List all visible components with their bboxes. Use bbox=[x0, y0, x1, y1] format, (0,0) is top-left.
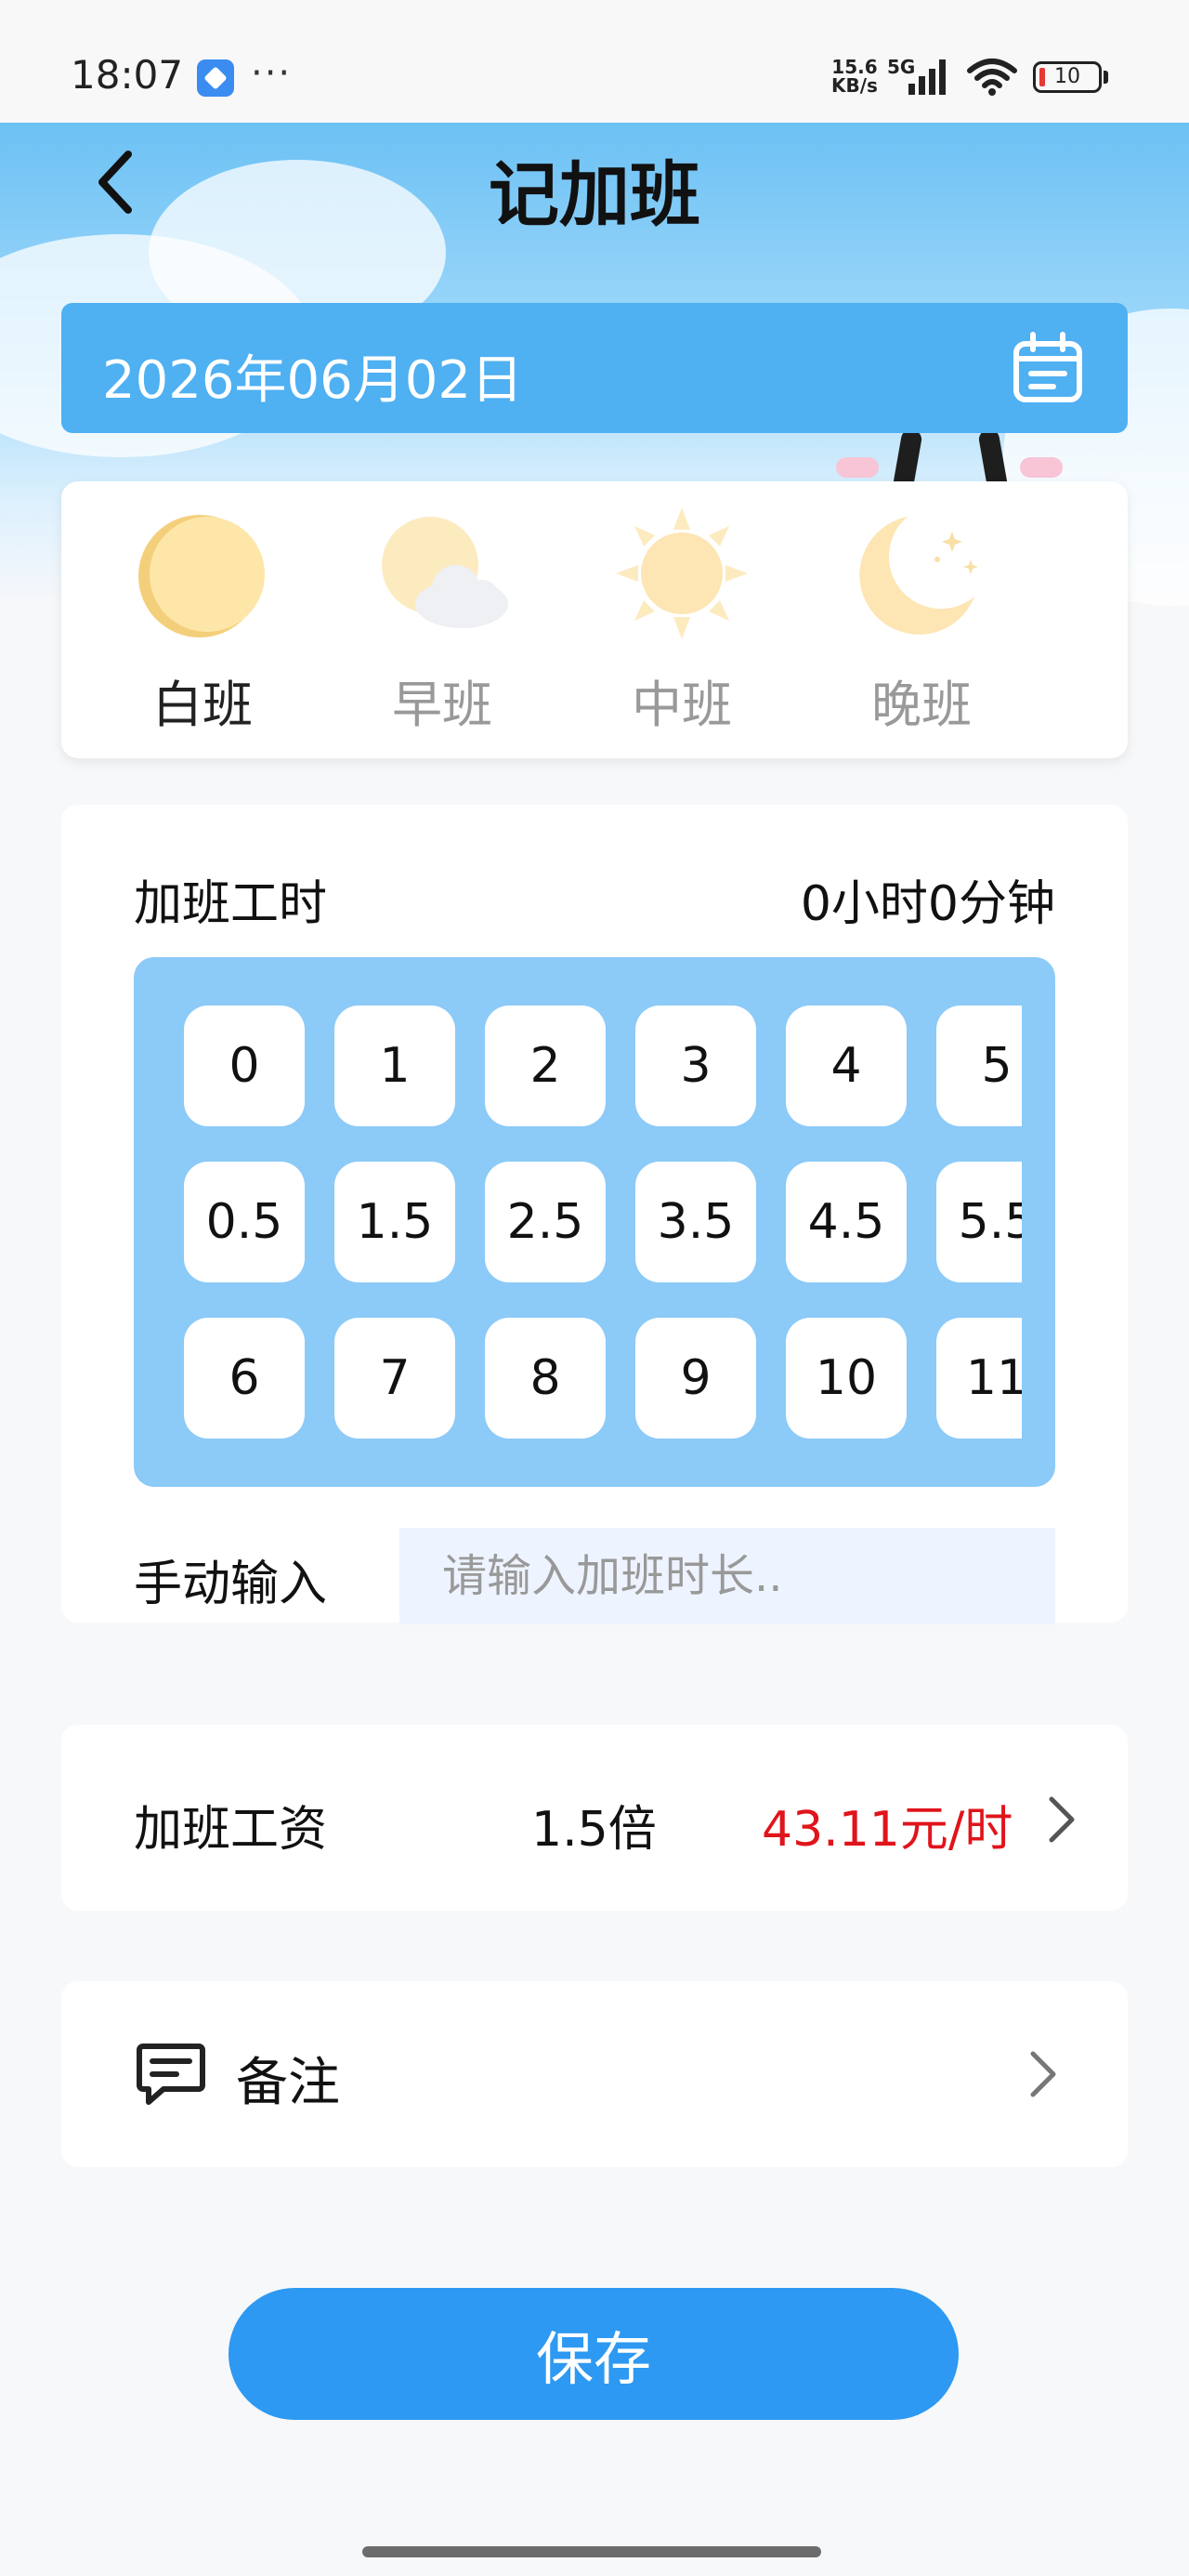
hours-option-button[interactable]: 0.5 bbox=[184, 1162, 305, 1282]
full-moon-icon bbox=[138, 515, 265, 637]
more-notifications-icon: ··· bbox=[251, 52, 293, 95]
page-title: 记加班 bbox=[489, 153, 700, 236]
comment-icon bbox=[137, 2044, 205, 2105]
shift-day[interactable]: 白班 bbox=[110, 504, 295, 745]
hours-option-button[interactable]: 10 bbox=[786, 1318, 907, 1439]
hours-option-button[interactable]: 0 bbox=[184, 1005, 305, 1126]
hours-option-button[interactable]: 1.5 bbox=[334, 1162, 455, 1282]
hours-option-button[interactable]: 7 bbox=[334, 1318, 455, 1439]
network-speed-value: 15.6 bbox=[831, 56, 878, 78]
hours-option-button[interactable]: 9 bbox=[635, 1318, 756, 1439]
sun-icon bbox=[616, 507, 748, 639]
signal-icon bbox=[908, 59, 946, 95]
hours-grid[interactable]: 0 1 2 3 4 5 0.5 1.5 2.5 3.5 4.5 5.5 6 7 8 9 10 11 bbox=[134, 957, 1055, 1487]
note-row[interactable]: 备注 bbox=[61, 1981, 1128, 2167]
shift-label: 晚班 bbox=[871, 676, 972, 734]
shift-label: 白班 bbox=[152, 676, 253, 734]
hours-option-button[interactable]: 3.5 bbox=[635, 1162, 756, 1282]
hours-option-button[interactable]: 5 bbox=[936, 1005, 1022, 1126]
overtime-wage-row[interactable]: 加班工资 1.5倍 43.11元/时 bbox=[61, 1725, 1128, 1911]
note-label: 备注 bbox=[236, 2053, 340, 2113]
battery-icon: 10 bbox=[1033, 61, 1102, 93]
wage-rate: 43.11元/时 bbox=[762, 1802, 1013, 1858]
hours-title: 加班工时 bbox=[134, 876, 328, 932]
shift-label: 早班 bbox=[392, 676, 492, 734]
shift-early[interactable]: 早班 bbox=[349, 504, 535, 745]
calendar-icon[interactable] bbox=[1011, 331, 1085, 405]
hours-option-button[interactable]: 1 bbox=[334, 1005, 455, 1126]
shift-middle[interactable]: 中班 bbox=[589, 504, 775, 745]
hours-grid-viewport: 0 1 2 3 4 5 0.5 1.5 2.5 3.5 4.5 5.5 6 7 8 9 10 11 bbox=[134, 957, 1022, 1487]
save-button[interactable]: 保存 bbox=[229, 2288, 959, 2420]
network-speed-unit: KB/s bbox=[831, 74, 878, 97]
manual-input-label: 手动输入 bbox=[134, 1557, 328, 1612]
manual-hours-input[interactable] bbox=[399, 1528, 1055, 1624]
wifi-icon bbox=[967, 59, 1017, 96]
hours-option-button[interactable]: 4.5 bbox=[786, 1162, 907, 1282]
hours-option-button[interactable]: 11 bbox=[936, 1318, 1022, 1439]
shift-night[interactable]: 晚班 bbox=[829, 504, 1014, 745]
shift-selector: 白班 早班 中班 晚班 bbox=[61, 481, 1128, 758]
hours-option-button[interactable]: 3 bbox=[635, 1005, 756, 1126]
hours-option-button[interactable]: 6 bbox=[184, 1318, 305, 1439]
hours-option-button[interactable]: 8 bbox=[485, 1318, 606, 1439]
battery-level: 10 bbox=[1054, 65, 1080, 88]
overtime-hours-card: 加班工时 0小时0分钟 0 1 2 3 4 5 0.5 1.5 2.5 3.5 4.5 5.5 6 7 8 9… bbox=[61, 805, 1128, 1624]
network-speed: 15.6 KB/s bbox=[831, 58, 878, 95]
date-text: 2026年06月02日 bbox=[102, 350, 524, 411]
shift-label: 中班 bbox=[632, 676, 732, 734]
battery-tip bbox=[1104, 71, 1108, 84]
bunny-cheek bbox=[1020, 457, 1063, 478]
status-time: 18:07 bbox=[71, 52, 184, 98]
wage-multiplier: 1.5倍 bbox=[531, 1802, 657, 1858]
status-bar: 18:07 ··· 15.6 KB/s 5G 10 bbox=[0, 0, 1189, 123]
chevron-right-icon bbox=[1030, 2051, 1056, 2097]
wage-label: 加班工资 bbox=[134, 1802, 328, 1858]
chevron-right-icon bbox=[1049, 1796, 1075, 1843]
hours-option-button[interactable]: 2 bbox=[485, 1005, 606, 1126]
hours-value: 0小时0分钟 bbox=[800, 876, 1055, 932]
home-indicator[interactable] bbox=[362, 2546, 821, 2557]
date-picker[interactable]: 2026年06月02日 bbox=[61, 303, 1128, 433]
bunny-cheek bbox=[836, 457, 879, 478]
sun-cloud-icon bbox=[382, 517, 508, 628]
app-notification-icon bbox=[197, 59, 234, 97]
hours-option-button[interactable]: 2.5 bbox=[485, 1162, 606, 1282]
crescent-moon-icon bbox=[859, 517, 978, 635]
hours-option-button[interactable]: 4 bbox=[786, 1005, 907, 1126]
hours-option-button[interactable]: 5.5 bbox=[936, 1162, 1022, 1282]
